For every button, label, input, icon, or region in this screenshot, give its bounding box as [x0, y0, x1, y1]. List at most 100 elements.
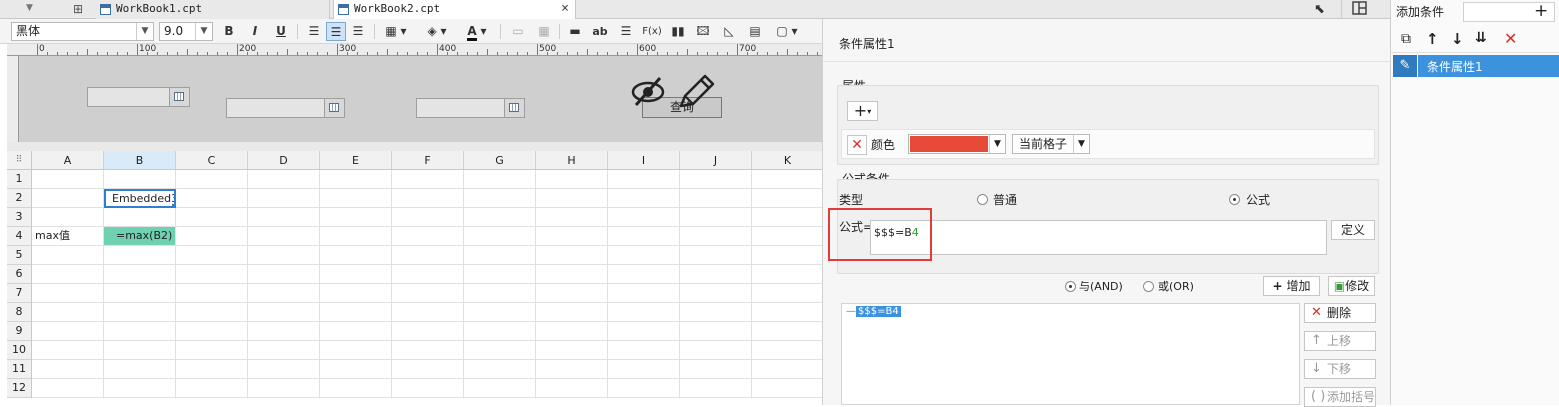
cell-a8[interactable] — [32, 303, 104, 322]
cell-i9[interactable] — [608, 322, 680, 341]
cell-k11[interactable] — [752, 360, 822, 379]
cell-i4[interactable] — [608, 227, 680, 246]
cell-f12[interactable] — [392, 379, 464, 398]
cell-c2[interactable] — [176, 189, 248, 208]
cell-f2[interactable] — [392, 189, 464, 208]
date-param-widget-1[interactable] — [87, 87, 190, 107]
cell-h12[interactable] — [536, 379, 608, 398]
cell-k5[interactable] — [752, 246, 822, 265]
split-cells-icon[interactable]: ▦ — [534, 22, 554, 41]
cell-j11[interactable] — [680, 360, 752, 379]
hidden-eye-icon[interactable] — [630, 74, 666, 108]
row-header-7[interactable]: 7 — [7, 284, 32, 303]
row-header-6[interactable]: 6 — [7, 265, 32, 284]
cell-f9[interactable] — [392, 322, 464, 341]
date-param-widget-2[interactable] — [226, 98, 345, 118]
cell-j12[interactable] — [680, 379, 752, 398]
cell-f8[interactable] — [392, 303, 464, 322]
cell-j9[interactable] — [680, 322, 752, 341]
column-header-j[interactable]: J — [680, 151, 752, 170]
cell-e7[interactable] — [320, 284, 392, 303]
cell-c5[interactable] — [176, 246, 248, 265]
cell-h4[interactable] — [536, 227, 608, 246]
border-icon[interactable]: ▦ ▾ — [380, 22, 412, 41]
cell-g9[interactable] — [464, 322, 536, 341]
cell-j4[interactable] — [680, 227, 752, 246]
select-all-corner[interactable]: ⠿ — [7, 151, 32, 170]
close-icon[interactable]: ✕ — [1504, 29, 1517, 48]
condition-list-item[interactable]: — $$$=B4 — [846, 305, 901, 319]
cell-c1[interactable] — [176, 170, 248, 189]
cell-i7[interactable] — [608, 284, 680, 303]
font-size-select[interactable]: 9.0 ▼ — [159, 22, 213, 41]
move-to-bottom-icon[interactable]: ⇊ — [1475, 30, 1487, 46]
cell-k10[interactable] — [752, 341, 822, 360]
align-right-icon[interactable]: ☰ — [348, 22, 368, 41]
cell-e6[interactable] — [320, 265, 392, 284]
calendar-icon[interactable] — [324, 99, 344, 117]
scope-select[interactable]: 当前格子 ▼ — [1012, 134, 1090, 154]
add-bracket-button[interactable]: ( ) 添加括号 — [1304, 387, 1376, 407]
cell-j8[interactable] — [680, 303, 752, 322]
cell-e11[interactable] — [320, 360, 392, 379]
row-header-2[interactable]: 2 — [7, 189, 32, 208]
condition-item-selected[interactable]: ✎ 条件属性1 — [1393, 55, 1559, 77]
plus-icon[interactable]: + — [1534, 1, 1548, 21]
cell-k12[interactable] — [752, 379, 822, 398]
column-header-i[interactable]: I — [608, 151, 680, 170]
cell-b1[interactable] — [104, 170, 176, 189]
column-header-c[interactable]: C — [176, 151, 248, 170]
cell-d12[interactable] — [248, 379, 320, 398]
modify-condition-button[interactable]: ▣修改 — [1328, 276, 1375, 296]
italic-button[interactable]: I — [245, 22, 265, 41]
cell-h3[interactable] — [536, 208, 608, 227]
cell-f10[interactable] — [392, 341, 464, 360]
cell-h6[interactable] — [536, 265, 608, 284]
and-radio[interactable] — [1065, 281, 1076, 292]
cell-k8[interactable] — [752, 303, 822, 322]
cell-i3[interactable] — [608, 208, 680, 227]
tab-dropdown-arrow[interactable]: ▼ — [26, 3, 33, 13]
column-header-k[interactable]: K — [752, 151, 822, 170]
edit-pencil-icon[interactable] — [677, 72, 717, 110]
cell-j3[interactable] — [680, 208, 752, 227]
cell-b8[interactable] — [104, 303, 176, 322]
cell-a9[interactable] — [32, 322, 104, 341]
cell-j1[interactable] — [680, 170, 752, 189]
cell-element-icon[interactable]: ▢ ▾ — [771, 22, 803, 41]
column-header-h[interactable]: H — [536, 151, 608, 170]
cell-f7[interactable] — [392, 284, 464, 303]
font-family-select[interactable]: 黑体 ▼ — [11, 22, 154, 41]
tab-workbook2[interactable]: WorkBook2.cpt × — [333, 0, 576, 19]
row-header-9[interactable]: 9 — [7, 322, 32, 341]
cell-g11[interactable] — [464, 360, 536, 379]
condition-list[interactable]: — $$$=B4 — [841, 303, 1300, 405]
delete-button[interactable]: ✕ 删除 — [1304, 303, 1376, 323]
cell-i6[interactable] — [608, 265, 680, 284]
cell-a11[interactable] — [32, 360, 104, 379]
cell-e5[interactable] — [320, 246, 392, 265]
cell-d6[interactable] — [248, 265, 320, 284]
column-header-d[interactable]: D — [248, 151, 320, 170]
cell-g7[interactable] — [464, 284, 536, 303]
move-up-button[interactable]: ↑ 上移 — [1304, 331, 1376, 351]
cell-d10[interactable] — [248, 341, 320, 360]
cell-a6[interactable] — [32, 265, 104, 284]
cell-i12[interactable] — [608, 379, 680, 398]
cell-i11[interactable] — [608, 360, 680, 379]
cell-d2[interactable] — [248, 189, 320, 208]
cell-c9[interactable] — [176, 322, 248, 341]
cell-h1[interactable] — [536, 170, 608, 189]
cell-b7[interactable] — [104, 284, 176, 303]
cell-k4[interactable] — [752, 227, 822, 246]
cell-c3[interactable] — [176, 208, 248, 227]
cell-h10[interactable] — [536, 341, 608, 360]
align-left-icon[interactable]: ☰ — [304, 22, 324, 41]
row-header-4[interactable]: 4 — [7, 227, 32, 246]
insert-chart-icon[interactable]: ▮▮ — [668, 22, 688, 41]
cell-d8[interactable] — [248, 303, 320, 322]
cell-e8[interactable] — [320, 303, 392, 322]
cell-g10[interactable] — [464, 341, 536, 360]
cell-c4[interactable] — [176, 227, 248, 246]
cell-b4[interactable]: =max(B2) — [104, 227, 176, 246]
